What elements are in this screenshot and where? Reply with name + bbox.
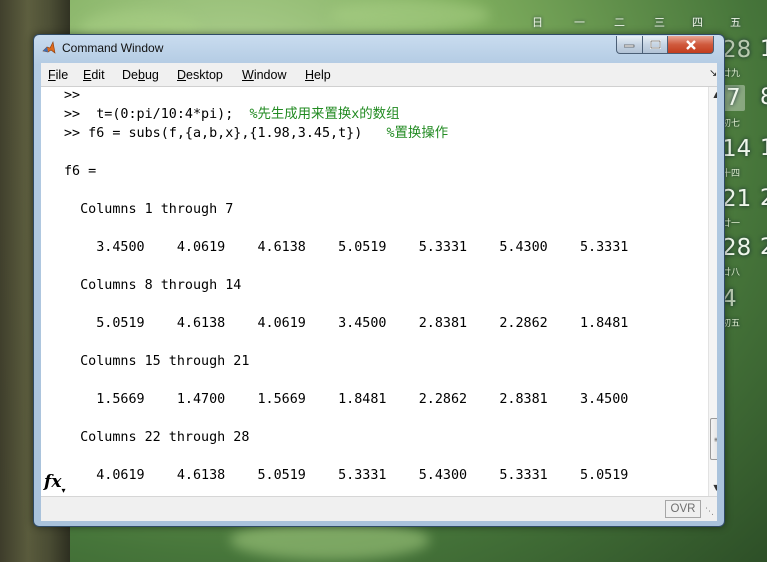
fx-icon: fx (44, 472, 62, 492)
menu-label: elp (314, 68, 331, 82)
menu-label: De (122, 68, 138, 82)
minimize-button[interactable] (616, 36, 643, 54)
calendar-weekday: 五 (730, 16, 741, 29)
window-title: Command Window (62, 41, 164, 55)
menu-help[interactable]: Help (305, 68, 331, 82)
status-bar: OVR ⋱ (41, 496, 717, 521)
menu-mnemonic: D (177, 68, 187, 82)
resize-grip-icon[interactable]: ⋱ (705, 507, 714, 517)
console-line: 4.0619 4.6138 5.0519 5.3331 5.4300 5.333… (64, 466, 628, 485)
console-code: 4.0619 4.6138 5.0519 5.3331 5.4300 5.333… (64, 468, 629, 483)
calendar-weekday-header: 日 一 二 三 四 五 (520, 14, 767, 30)
console-code: 3.4500 4.0619 4.6138 5.0519 5.3331 5.430… (64, 240, 629, 255)
menu-label: esktop (186, 68, 223, 82)
desktop-leaf-blur (330, 0, 490, 30)
chevron-down-icon: ▾ (61, 485, 66, 495)
console-line: Columns 8 through 14 (64, 276, 628, 295)
calendar-day[interactable]: 28 (722, 37, 751, 63)
menu-debug[interactable]: Debug (122, 68, 159, 82)
close-icon (685, 39, 696, 50)
calendar-day[interactable]: 28 (722, 235, 751, 261)
scrollbar-thumb[interactable]: ≡ (710, 418, 717, 460)
scroll-up-arrow-icon[interactable]: ▲ (709, 87, 717, 101)
menu-file[interactable]: File (48, 68, 68, 82)
console-code: >> t=(0:pi/10:4*pi); (64, 107, 250, 122)
title-bar[interactable]: Command Window (34, 35, 724, 61)
console-line: Columns 22 through 28 (64, 428, 628, 447)
minimize-icon (624, 44, 635, 47)
menu-mnemonic: b (137, 68, 145, 82)
maximize-button[interactable] (642, 36, 668, 54)
menu-edit[interactable]: Edit (83, 68, 105, 82)
console-code: 1.5669 1.4700 1.5669 1.8481 2.2862 2.838… (64, 392, 629, 407)
console-line: 1.5669 1.4700 1.5669 1.8481 2.2862 2.838… (64, 390, 628, 409)
console-line: 3.4500 4.0619 4.6138 5.0519 5.3331 5.430… (64, 238, 628, 257)
menu-label: ile (55, 68, 69, 82)
menu-label: dit (91, 68, 105, 82)
menu-desktop[interactable]: Desktop (177, 68, 223, 82)
console-code: >> f6 = subs(f,{a,b,x},{1.98,3.45,t}) (64, 126, 387, 141)
console-line: >> t=(0:pi/10:4*pi); %先生成用来置换x的数组 (64, 105, 628, 124)
menu-mnemonic: F (48, 68, 56, 82)
console-code: >> (64, 88, 81, 103)
menu-label: indow (253, 68, 287, 82)
menu-window[interactable]: Window (242, 68, 286, 82)
console-text: >> >> t=(0:pi/10:4*pi); %先生成用来置换x的数组 >> f6… (64, 87, 628, 485)
close-button[interactable] (667, 36, 714, 54)
console-code: Columns 1 through 7 (64, 202, 234, 217)
console-code: Columns 8 through 14 (64, 278, 242, 293)
scroll-down-arrow-icon[interactable]: ▼ (709, 480, 717, 494)
menu-bar: File Edit Debug Desktop Window Help ↘ (41, 63, 717, 87)
calendar-day-partial: 1 (760, 37, 767, 62)
calendar-weekday: 一 (574, 16, 585, 29)
menu-mnemonic: W (242, 68, 254, 82)
menu-label: ug (144, 68, 159, 82)
console-comment: %先生成用来置换x的数组 (249, 107, 400, 122)
matlab-logo-icon (42, 41, 56, 54)
calendar-weekday: 三 (654, 16, 665, 29)
calendar-weekday: 四 (692, 16, 703, 29)
console-line: Columns 15 through 21 (64, 352, 628, 371)
calendar-day[interactable]: 21 (722, 186, 751, 212)
console-line: >> f6 = subs(f,{a,b,x},{1.98,3.45,t}) %置… (64, 124, 628, 143)
console-code: f6 = (64, 164, 97, 179)
vertical-scrollbar[interactable]: ▲ ≡ ▼ (708, 87, 717, 496)
console-line: Columns 1 through 7 (64, 200, 628, 219)
calendar-day-partial: 1 (760, 136, 767, 161)
calendar-day[interactable]: 14 (722, 136, 751, 162)
calendar-weekday: 二 (614, 16, 625, 29)
overwrite-indicator: OVR (665, 500, 701, 518)
console-line: 5.0519 4.6138 4.0619 3.4500 2.8381 2.286… (64, 314, 628, 333)
console-code: Columns 22 through 28 (64, 430, 250, 445)
maximize-icon (649, 40, 661, 49)
menu-mnemonic: H (305, 68, 315, 82)
function-browser-button[interactable]: fx▾ (44, 472, 65, 495)
calendar-day-today[interactable]: 7 (722, 85, 745, 111)
calendar-day-partial: 2 (760, 186, 767, 211)
undock-icon[interactable]: ↘ (709, 68, 717, 79)
calendar-weekday: 日 (532, 16, 543, 29)
command-window: Command Window File Edit Debug Desktop W… (33, 34, 725, 527)
console-code: 5.0519 4.6138 4.0619 3.4500 2.8381 2.286… (64, 316, 629, 331)
calendar-day-partial: 8 (760, 85, 767, 110)
console-comment: %置换操作 (386, 126, 449, 141)
command-output-area[interactable]: >> >> t=(0:pi/10:4*pi); %先生成用来置换x的数组 >> f6… (41, 87, 717, 496)
console-code: Columns 15 through 21 (64, 354, 250, 369)
calendar-day-partial: 2 (760, 235, 767, 260)
console-line: >> (64, 87, 628, 105)
console-line: f6 = (64, 162, 628, 181)
